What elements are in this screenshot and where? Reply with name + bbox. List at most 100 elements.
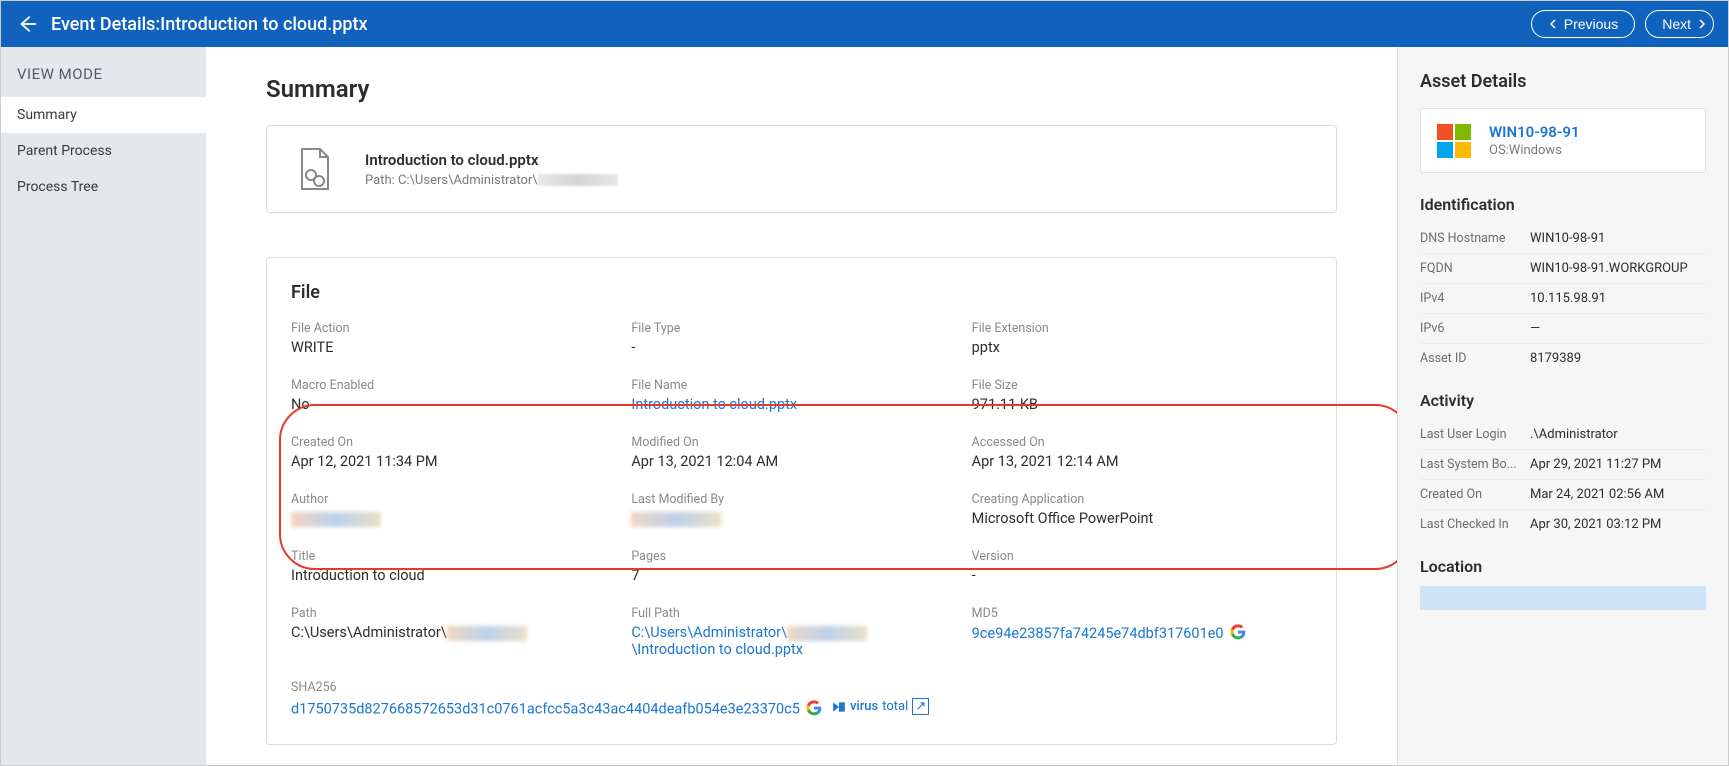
field-value[interactable]: d1750735d827668572653d31c0761acfcc5a3c43…: [291, 698, 1312, 720]
field-title: Title Introduction to cloud: [291, 549, 631, 584]
sidebar-item-process-tree[interactable]: Process Tree: [1, 169, 206, 205]
asset-name-link[interactable]: WIN10-98-91: [1489, 123, 1580, 141]
field-label: Last Modified By: [631, 492, 971, 507]
field-label: Author: [291, 492, 631, 507]
activity-heading: Activity: [1420, 391, 1706, 410]
field-file-size: File Size 971.11 KB: [972, 378, 1312, 413]
location-map-placeholder: [1420, 586, 1706, 610]
google-icon[interactable]: [806, 700, 822, 720]
identification-row: Asset ID8179389: [1420, 344, 1706, 373]
sidebar-item-summary[interactable]: Summary: [1, 97, 206, 133]
redacted-segment: [631, 512, 721, 527]
asset-card: WIN10-98-91 OS:Windows: [1420, 108, 1706, 173]
field-last-modified-by: Last Modified By: [631, 492, 971, 527]
page-title: Event Details:Introduction to cloud.pptx: [51, 14, 1531, 35]
field-version: Version -: [972, 549, 1312, 584]
identification-key: Asset ID: [1420, 351, 1530, 366]
field-pages: Pages7: [631, 549, 971, 584]
file-details-panel: File File ActionWRITEFile Type - File Exte…: [266, 257, 1337, 745]
activity-key: Created On: [1420, 487, 1530, 502]
field-value: 971.11 KB: [972, 396, 1312, 413]
chevron-left-icon: [1548, 19, 1558, 29]
field-value[interactable]: Introduction to cloud.pptx: [631, 396, 971, 413]
activity-row: Created OnMar 24, 2021 02:56 AM: [1420, 480, 1706, 510]
asset-details-panel: Asset Details WIN10-98-91 OS:Windows Ide…: [1398, 47, 1728, 765]
field-label: File Type: [631, 321, 971, 336]
activity-key: Last Checked In: [1420, 517, 1530, 532]
sidebar: VIEW MODE Summary Parent Process Process…: [1, 47, 206, 765]
field-sha256: SHA256d1750735d827668572653d31c0761acfcc…: [291, 680, 1312, 720]
main-content: Summary Introduction to cloud.pptx Path:…: [206, 47, 1398, 765]
field-value[interactable]: 9ce94e23857fa74245e74dbf317601e0: [972, 624, 1312, 644]
redacted-segment: [787, 626, 867, 641]
identification-value: 10.115.98.91: [1530, 291, 1706, 306]
previous-button[interactable]: Previous: [1531, 10, 1635, 38]
field-label: Version: [972, 549, 1312, 564]
field-modified-on: Modified OnApr 13, 2021 12:04 AM: [631, 435, 971, 470]
field-path: Path C:\Users\Administrator\: [291, 606, 631, 658]
field-value: 7: [631, 567, 971, 584]
field-value: C:\Users\Administrator\: [291, 624, 631, 641]
identification-key: FQDN: [1420, 261, 1530, 276]
identification-key: IPv6: [1420, 321, 1530, 336]
identification-row: FQDNWIN10-98-91.WORKGROUP: [1420, 254, 1706, 284]
file-panel-heading: File: [267, 282, 1336, 321]
field-value: -: [972, 567, 1312, 584]
activity-value: .\Administrator: [1530, 427, 1706, 442]
identification-value: —: [1530, 321, 1706, 336]
identification-value: 8179389: [1530, 351, 1706, 366]
field-value: No: [291, 396, 631, 413]
identification-value: WIN10-98-91: [1530, 231, 1706, 246]
field-value: Apr 12, 2021 11:34 PM: [291, 453, 631, 470]
next-button[interactable]: Next: [1645, 10, 1714, 38]
asset-details-heading: Asset Details: [1420, 71, 1706, 92]
field-label: Title: [291, 549, 631, 564]
identification-row: IPv6—: [1420, 314, 1706, 344]
back-arrow-icon[interactable]: [15, 12, 39, 36]
field-file-extension: File Extensionpptx: [972, 321, 1312, 356]
field-macro-enabled: Macro EnabledNo: [291, 378, 631, 413]
redacted-segment: [291, 512, 381, 527]
section-title: Summary: [266, 75, 1337, 103]
field-value: Microsoft Office PowerPoint: [972, 510, 1312, 527]
field-value: Apr 13, 2021 12:14 AM: [972, 453, 1312, 470]
activity-key: Last System Bo...: [1420, 457, 1530, 472]
identification-value: WIN10-98-91.WORKGROUP: [1530, 261, 1706, 276]
page-header: Event Details:Introduction to cloud.pptx…: [1, 1, 1728, 47]
field-created-on: Created OnApr 12, 2021 11:34 PM: [291, 435, 631, 470]
virustotal-link[interactable]: virustotal ↗: [832, 698, 929, 715]
field-md5: MD5 9ce94e23857fa74245e74dbf317601e0: [972, 606, 1312, 658]
activity-key: Last User Login: [1420, 427, 1530, 442]
location-heading: Location: [1420, 557, 1706, 576]
next-label: Next: [1662, 16, 1691, 32]
activity-row: Last System Bo...Apr 29, 2021 11:27 PM: [1420, 450, 1706, 480]
field-value: Introduction to cloud: [291, 567, 631, 584]
redacted-segment: [447, 626, 527, 641]
field-label: Accessed On: [972, 435, 1312, 450]
field-file-action: File ActionWRITE: [291, 321, 631, 356]
activity-value: Mar 24, 2021 02:56 AM: [1530, 487, 1706, 502]
file-path: Path: C:\Users\Administrator\: [365, 173, 618, 188]
field-label: File Name: [631, 378, 971, 393]
field-label: File Size: [972, 378, 1312, 393]
field-label: Full Path: [631, 606, 971, 621]
sidebar-heading: VIEW MODE: [1, 47, 206, 97]
previous-label: Previous: [1564, 16, 1618, 32]
identification-heading: Identification: [1420, 195, 1706, 214]
file-summary-card: Introduction to cloud.pptx Path: C:\User…: [266, 125, 1337, 213]
field-file-name: File Name Introduction to cloud.pptx: [631, 378, 971, 413]
identification-key: DNS Hostname: [1420, 231, 1530, 246]
field-accessed-on: Accessed On Apr 13, 2021 12:14 AM: [972, 435, 1312, 470]
activity-value: Apr 30, 2021 03:12 PM: [1530, 517, 1706, 532]
field-label: Path: [291, 606, 631, 621]
field-value: WRITE: [291, 339, 631, 356]
field-value[interactable]: C:\Users\Administrator\\Introduction to …: [631, 624, 971, 658]
field-label: MD5: [972, 606, 1312, 621]
sidebar-item-parent-process[interactable]: Parent Process: [1, 133, 206, 169]
field-label: Modified On: [631, 435, 971, 450]
identification-row: DNS HostnameWIN10-98-91: [1420, 224, 1706, 254]
google-icon[interactable]: [1230, 624, 1246, 644]
field-label: Creating Application: [972, 492, 1312, 507]
activity-row: Last User Login.\Administrator: [1420, 420, 1706, 450]
field-value: [631, 510, 971, 527]
